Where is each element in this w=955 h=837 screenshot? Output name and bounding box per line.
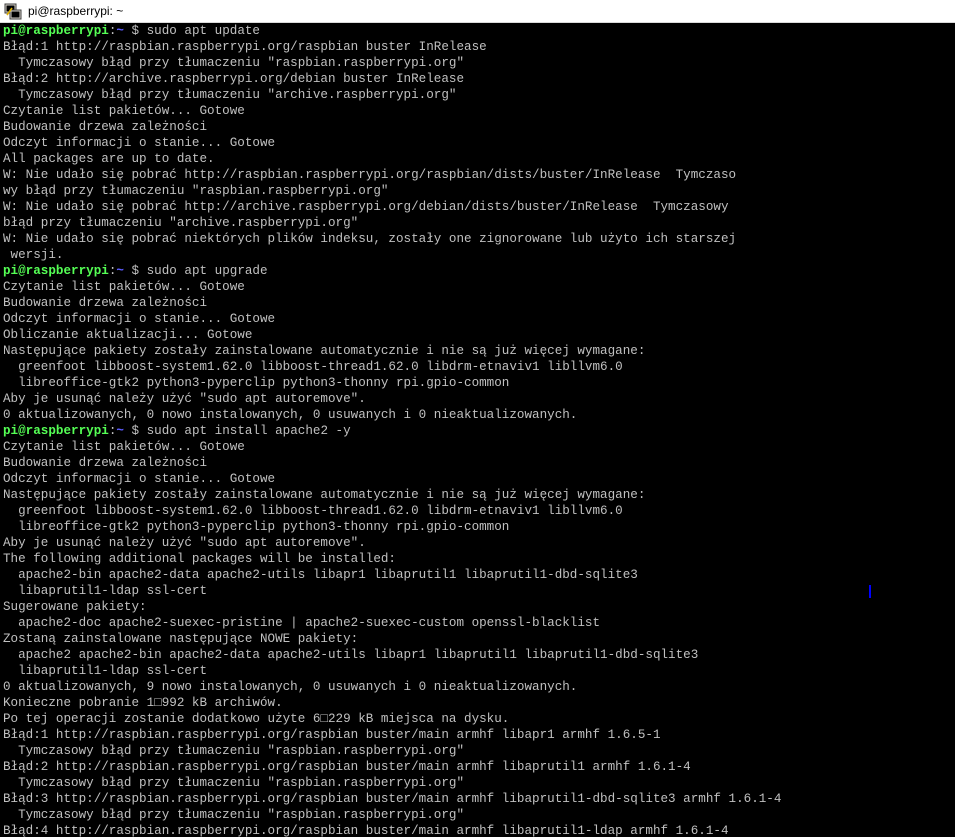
output-line: Konieczne pobranie 1□992 kB archiwów. [3,696,283,710]
output-line: Błąd:2 http://raspbian.raspberrypi.org/r… [3,760,691,774]
output-line: Budowanie drzewa zależności [3,120,208,134]
output-line: Błąd:4 http://raspbian.raspberrypi.org/r… [3,824,729,837]
output-line: Błąd:1 http://raspbian.raspberrypi.org/r… [3,728,661,742]
output-line: W: Nie udało się pobrać http://raspbian.… [3,168,737,182]
output-line: Odczyt informacji o stanie... Gotowe [3,472,276,486]
output-line: Tymczasowy błąd przy tłumaczeniu "raspbi… [3,808,465,822]
output-line: Po tej operacji zostanie dodatkowo użyte… [3,712,510,726]
prompt-line: pi@raspberrypi:~ $ sudo apt update [3,23,955,39]
output-line: libaprutil1-ldap ssl-cert [3,664,208,678]
output-line: W: Nie udało się pobrać http://archive.r… [3,200,729,214]
output-line: Następujące pakiety zostały zainstalowan… [3,488,646,502]
output-line: Budowanie drzewa zależności [3,296,208,310]
output-line: Tymczasowy błąd przy tłumaczeniu "raspbi… [3,56,465,70]
prompt-user: pi@raspberrypi [3,264,109,278]
prompt-path: ~ [116,424,124,438]
output-line: apache2-bin apache2-data apache2-utils l… [3,568,638,582]
output-line: Czytanie list pakietów... Gotowe [3,280,245,294]
output-line: Sugerowane pakiety: [3,600,147,614]
prompt-line: pi@raspberrypi:~ $ sudo apt upgrade [3,263,955,279]
command-text: sudo apt upgrade [146,264,268,278]
window-title: pi@raspberrypi: ~ [28,4,124,18]
output-line: Odczyt informacji o stanie... Gotowe [3,136,276,150]
output-line: greenfoot libboost-system1.62.0 libboost… [3,504,623,518]
output-line: Czytanie list pakietów... Gotowe [3,104,245,118]
output-line: Tymczasowy błąd przy tłumaczeniu "raspbi… [3,776,465,790]
prompt-user: pi@raspberrypi [3,24,109,38]
prompt-line: pi@raspberrypi:~ $ sudo apt install apac… [3,423,955,439]
output-line: wersji. [3,248,64,262]
prompt-symbol: $ [123,264,147,278]
output-line: wy błąd przy tłumaczeniu "raspbian.raspb… [3,184,389,198]
window-titlebar[interactable]: pi@raspberrypi: ~ [0,0,955,23]
output-line: Tymczasowy błąd przy tłumaczeniu "raspbi… [3,744,465,758]
terminal-output[interactable]: pi@raspberrypi:~ $ sudo apt update Błąd:1… [0,23,955,837]
output-line: apache2 apache2-bin apache2-data apache2… [3,648,699,662]
prompt-symbol: $ [123,24,147,38]
output-line: Budowanie drzewa zależności [3,456,208,470]
output-line: Odczyt informacji o stanie... Gotowe [3,312,276,326]
output-line: 0 aktualizowanych, 9 nowo instalowanych,… [3,680,578,694]
putty-terminal-icon [4,3,22,20]
prompt-user: pi@raspberrypi [3,424,109,438]
prompt-path: ~ [116,24,124,38]
output-line: libreoffice-gtk2 python3-pyperclip pytho… [3,520,510,534]
output-line: Zostaną zainstalowane następujące NOWE p… [3,632,359,646]
output-line: Czytanie list pakietów... Gotowe [3,440,245,454]
output-line: Aby je usunąć należy użyć "sudo apt auto… [3,392,366,406]
command-text: sudo apt install apache2 -y [146,424,351,438]
output-line: greenfoot libboost-system1.62.0 libboost… [3,360,623,374]
output-line: All packages are up to date. [3,152,215,166]
text-cursor [869,585,871,598]
output-line: Błąd:3 http://raspbian.raspberrypi.org/r… [3,792,782,806]
output-line: The following additional packages will b… [3,552,396,566]
output-line: apache2-doc apache2-suexec-pristine | ap… [3,616,601,630]
prompt-symbol: $ [123,424,147,438]
output-line: Tymczasowy błąd przy tłumaczeniu "archiv… [3,88,457,102]
output-line: błąd przy tłumaczeniu "archive.raspberry… [3,216,359,230]
output-line: Aby je usunąć należy użyć "sudo apt auto… [3,536,366,550]
output-line: Błąd:1 http://raspbian.raspberrypi.org/r… [3,40,487,54]
prompt-path: ~ [116,264,124,278]
output-line: 0 aktualizowanych, 0 nowo instalowanych,… [3,408,578,422]
output-line: libaprutil1-ldap ssl-cert [3,584,208,598]
output-line: W: Nie udało się pobrać niektórych plikó… [3,232,737,246]
output-line: Błąd:2 http://archive.raspberrypi.org/de… [3,72,465,86]
output-line: libreoffice-gtk2 python3-pyperclip pytho… [3,376,510,390]
output-line: Obliczanie aktualizacji... Gotowe [3,328,253,342]
output-line: Następujące pakiety zostały zainstalowan… [3,344,646,358]
command-text: sudo apt update [146,24,260,38]
